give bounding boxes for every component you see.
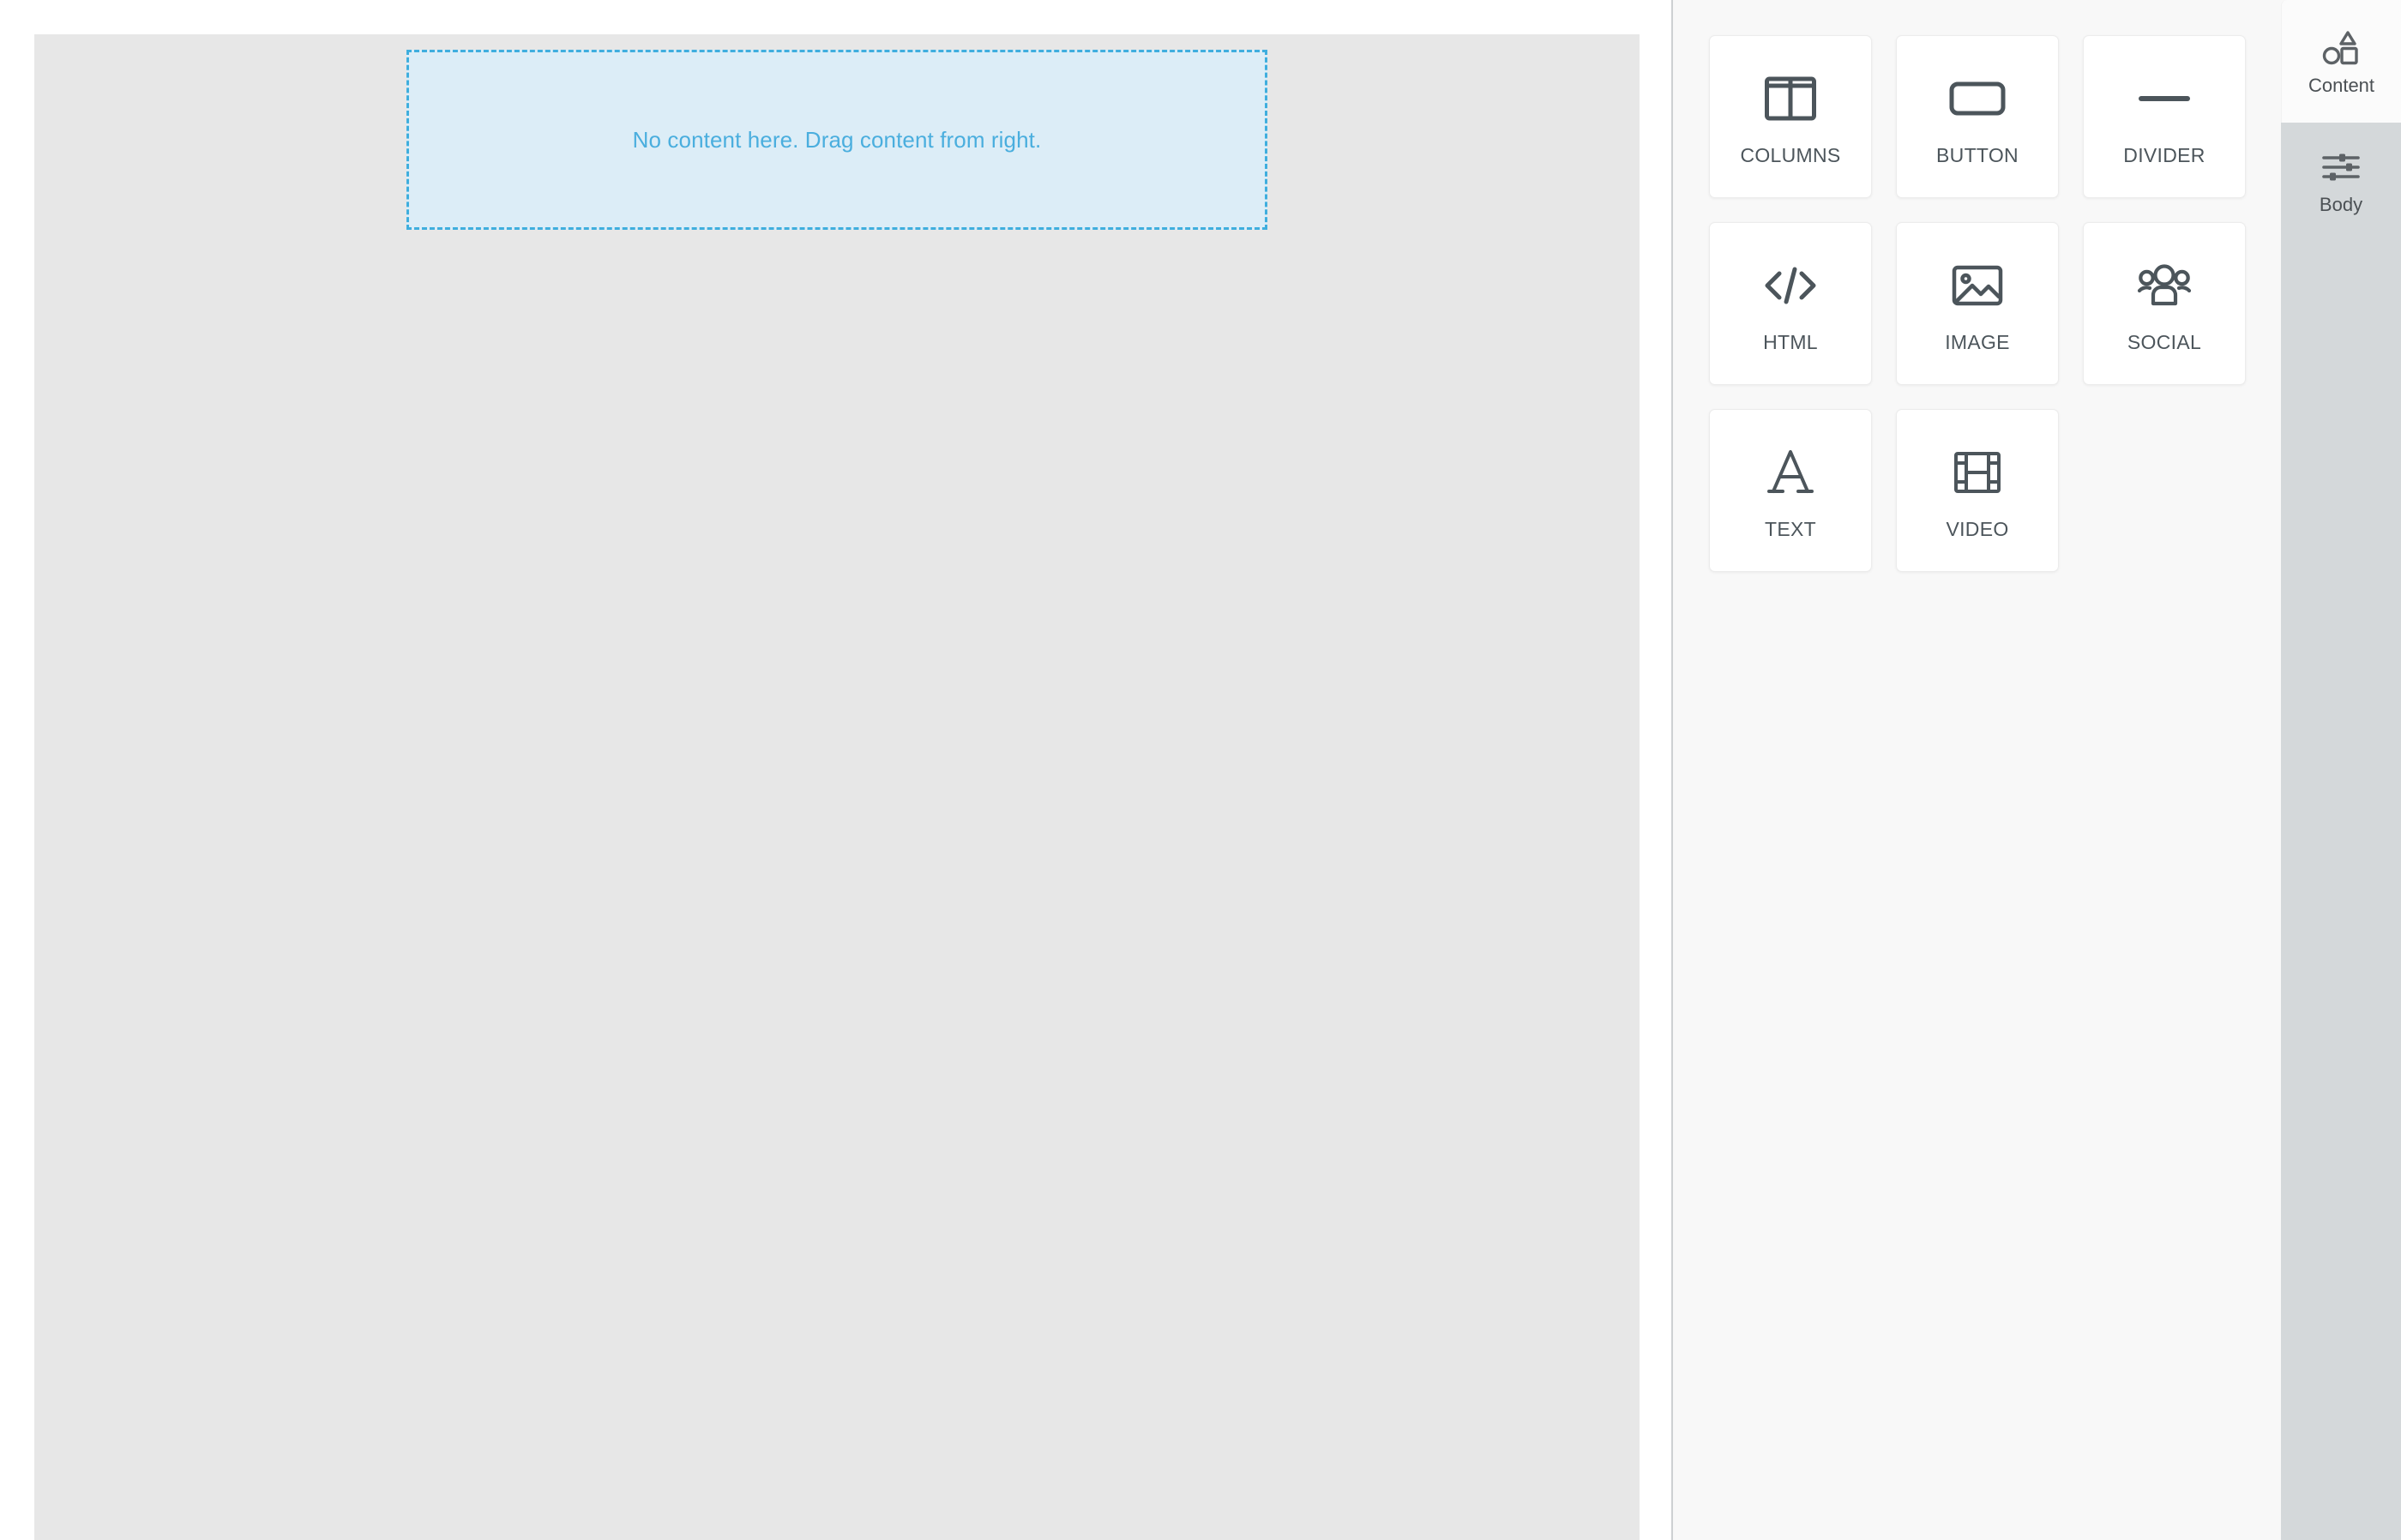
- people-icon: [2136, 254, 2193, 317]
- content-block-video[interactable]: VIDEO: [1896, 409, 2059, 572]
- tab-label: Body: [2319, 194, 2363, 215]
- content-block-label: COLUMNS: [1740, 143, 1841, 166]
- content-block-button[interactable]: BUTTON: [1896, 35, 2059, 198]
- film-icon: [1953, 441, 2001, 504]
- tab-body[interactable]: Body: [2281, 123, 2401, 1540]
- content-block-social[interactable]: SOCIAL: [2083, 222, 2246, 385]
- image-icon: [1952, 254, 2003, 317]
- columns-icon: [1764, 67, 1817, 130]
- content-block-label: SOCIAL: [2127, 330, 2202, 353]
- email-builder-app: No content here. Drag content from right…: [0, 0, 2401, 1540]
- content-block-label: BUTTON: [1936, 143, 2019, 166]
- content-block-image[interactable]: IMAGE: [1896, 222, 2059, 385]
- content-block-label: VIDEO: [1946, 517, 2009, 540]
- email-canvas[interactable]: No content here. Drag content from right…: [34, 34, 1640, 1540]
- content-block-label: TEXT: [1765, 517, 1816, 540]
- divider-icon: [2136, 67, 2193, 130]
- content-blocks-grid: COLUMNS BUTTON DIVIDER HTML IMAGE SOCIAL…: [1709, 35, 2258, 572]
- shapes-icon: [2322, 27, 2362, 69]
- button-icon: [1949, 67, 2006, 130]
- content-block-columns[interactable]: COLUMNS: [1709, 35, 1872, 198]
- panel-tab-rail: Content Body: [2281, 0, 2401, 1540]
- content-block-html[interactable]: HTML: [1709, 222, 1872, 385]
- empty-content-dropzone[interactable]: No content here. Drag content from right…: [406, 50, 1267, 230]
- content-block-text[interactable]: TEXT: [1709, 409, 1872, 572]
- dropzone-message: No content here. Drag content from right…: [632, 126, 1042, 153]
- content-block-divider[interactable]: DIVIDER: [2083, 35, 2246, 198]
- sliders-icon: [2321, 146, 2361, 189]
- content-blocks-panel: COLUMNS BUTTON DIVIDER HTML IMAGE SOCIAL…: [1673, 0, 2281, 1540]
- code-icon: [1762, 254, 1819, 317]
- letter-a-icon: [1766, 441, 1814, 504]
- content-block-label: DIVIDER: [2123, 143, 2205, 166]
- tab-content[interactable]: Content: [2281, 0, 2401, 123]
- content-block-label: HTML: [1763, 330, 1818, 353]
- tab-label: Content: [2308, 74, 2375, 96]
- content-block-label: IMAGE: [1945, 330, 2010, 353]
